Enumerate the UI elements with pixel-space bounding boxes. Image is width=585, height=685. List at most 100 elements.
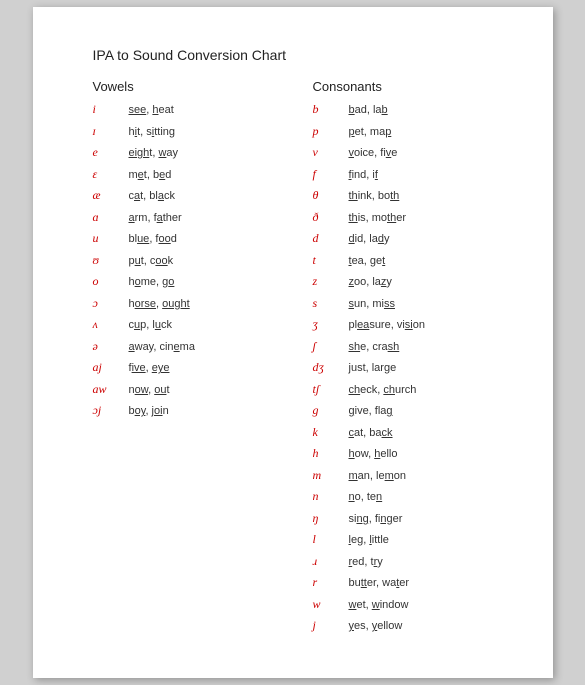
ipa-symbol: ɑ [93,208,129,226]
examples: eight, way [129,145,179,162]
list-item: ajfive, eye [93,358,313,377]
list-item: eeight, way [93,143,313,162]
examples: five, eye [129,360,170,377]
list-item: ðthis, mother [313,208,503,227]
examples: put, cook [129,253,174,270]
examples: blue, food [129,231,177,248]
list-item: ʃshe, crash [313,337,503,356]
examples: man, lemon [349,468,407,485]
examples: just, large [349,360,397,377]
ipa-symbol: z [313,272,349,290]
examples: bad, lab [349,102,388,119]
ipa-symbol: k [313,423,349,441]
examples: see, heat [129,102,174,119]
ipa-symbol: v [313,143,349,161]
examples: give, flag [349,403,393,420]
ipa-symbol: j [313,616,349,634]
examples: away, cinema [129,339,195,356]
list-item: awnow, out [93,380,313,399]
list-item: ffind, if [313,165,503,184]
ipa-symbol: t [313,251,349,269]
examples: cat, back [349,425,393,442]
chart-title: IPA to Sound Conversion Chart [93,47,503,63]
list-item: tʃcheck, church [313,380,503,399]
ipa-symbol: ɪ [93,122,129,140]
list-item: nno, ten [313,487,503,506]
list-item: lleg, little [313,530,503,549]
list-item: dʒjust, large [313,358,503,377]
list-item: ublue, food [93,229,313,248]
examples: horse, ought [129,296,190,313]
ipa-symbol: l [313,530,349,548]
page: IPA to Sound Conversion Chart Vowels ise… [33,7,553,678]
examples: check, church [349,382,417,399]
list-item: ppet, map [313,122,503,141]
examples: now, out [129,382,170,399]
ipa-symbol: r [313,573,349,591]
ipa-symbol: o [93,272,129,290]
ipa-symbol: aw [93,380,129,398]
ipa-symbol: ʊ [93,251,129,269]
ipa-symbol: w [313,595,349,613]
list-item: vvoice, five [313,143,503,162]
examples: think, both [349,188,400,205]
list-item: ssun, miss [313,294,503,313]
ipa-symbol: n [313,487,349,505]
consonants-title: Consonants [313,79,503,94]
examples: cup, luck [129,317,172,334]
examples: pleasure, vision [349,317,425,334]
list-item: wwet, window [313,595,503,614]
list-item: rbutter, water [313,573,503,592]
examples: yes, yellow [349,618,403,635]
list-item: θthink, both [313,186,503,205]
list-item: ttea, get [313,251,503,270]
examples: tea, get [349,253,386,270]
ipa-symbol: ɔ [93,294,129,312]
examples: did, lady [349,231,390,248]
ipa-symbol: aj [93,358,129,376]
ipa-symbol: e [93,143,129,161]
list-item: ɔjboy, join [93,401,313,420]
list-item: ŋsing, finger [313,509,503,528]
examples: cat, black [129,188,175,205]
examples: she, crash [349,339,400,356]
list-item: ɑarm, father [93,208,313,227]
list-item: bbad, lab [313,100,503,119]
ipa-symbol: ŋ [313,509,349,527]
list-item: ggive, flag [313,401,503,420]
ipa-symbol: ɔj [93,401,129,419]
ipa-symbol: ʒ [313,315,349,333]
examples: boy, join [129,403,169,420]
ipa-symbol: dʒ [313,358,349,376]
list-item: ʌcup, luck [93,315,313,334]
ipa-symbol: m [313,466,349,484]
ipa-symbol: ð [313,208,349,226]
ipa-symbol: ʃ [313,337,349,355]
ipa-symbol: u [93,229,129,247]
ipa-symbol: æ [93,186,129,204]
list-item: hhow, hello [313,444,503,463]
examples: pet, map [349,124,392,141]
examples: butter, water [349,575,410,592]
examples: sun, miss [349,296,395,313]
list-item: ɪhit, sitting [93,122,313,141]
list-item: isee, heat [93,100,313,119]
ipa-symbol: b [313,100,349,118]
list-item: ddid, lady [313,229,503,248]
vowels-title: Vowels [93,79,313,94]
ipa-symbol: h [313,444,349,462]
list-item: kcat, back [313,423,503,442]
examples: find, if [349,167,378,184]
ipa-symbol: p [313,122,349,140]
ipa-symbol: θ [313,186,349,204]
list-item: ɹred, try [313,552,503,571]
list-item: ʒpleasure, vision [313,315,503,334]
list-item: zzoo, lazy [313,272,503,291]
list-item: ɔhorse, ought [93,294,313,313]
examples: red, try [349,554,383,571]
ipa-symbol: ɛ [93,165,129,183]
examples: sing, finger [349,511,403,528]
examples: this, mother [349,210,407,227]
list-item: jyes, yellow [313,616,503,635]
examples: met, bed [129,167,172,184]
